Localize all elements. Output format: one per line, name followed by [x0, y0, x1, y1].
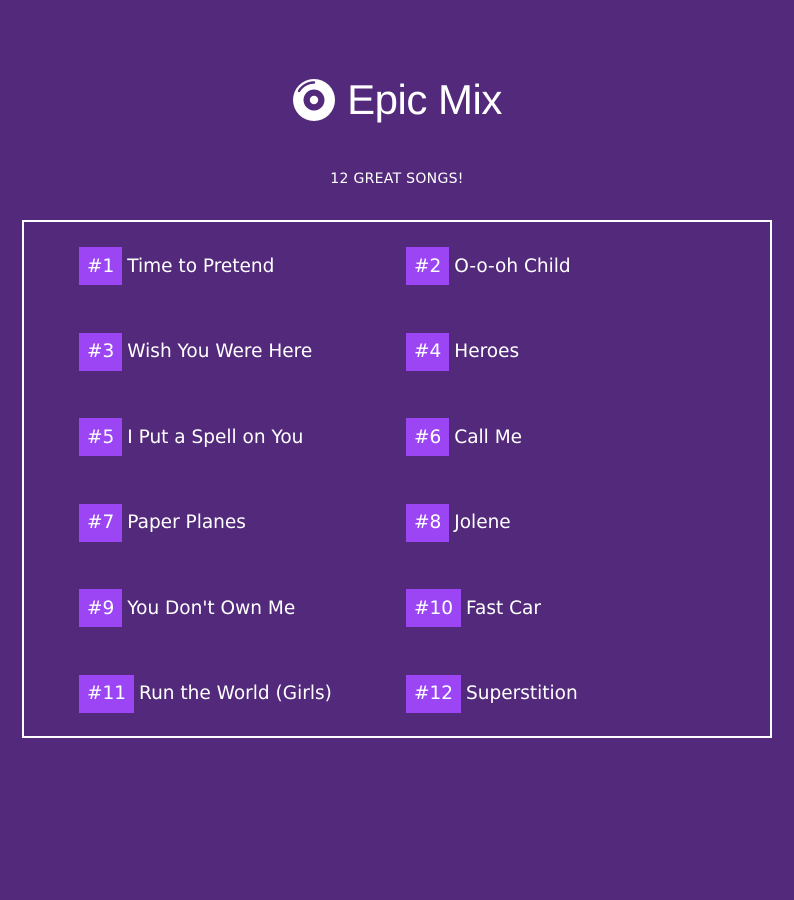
song-title: Time to Pretend: [127, 255, 275, 277]
song-title: Wish You Were Here: [127, 341, 313, 362]
song-title: Run the World (Girls): [139, 683, 332, 704]
song-item[interactable]: #5 I Put a Spell on You: [79, 418, 406, 504]
song-list: #1 Time to Pretend #2 O-o-oh Child #3 Wi…: [79, 247, 759, 760]
song-item[interactable]: #8 Jolene: [406, 503, 733, 590]
rank-badge: #10: [406, 589, 462, 627]
song-title: You Don't Own Me: [127, 597, 296, 619]
song-item[interactable]: #9 You Don't Own Me: [79, 589, 406, 675]
song-title: Call Me: [454, 426, 523, 448]
song-item[interactable]: #6 Call Me: [406, 418, 733, 504]
song-title: I Put a Spell on You: [127, 426, 304, 448]
rank-badge: #5: [79, 418, 123, 456]
rank-badge: #3: [79, 332, 123, 371]
song-item[interactable]: #12 Superstition: [406, 674, 733, 761]
header: Epic Mix: [0, 74, 794, 126]
rank-badge: #4: [406, 332, 450, 371]
song-title: Paper Planes: [127, 512, 246, 533]
song-item[interactable]: #11 Run the World (Girls): [79, 674, 406, 761]
rank-badge: #1: [79, 247, 123, 285]
vinyl-record-icon: [293, 79, 336, 121]
rank-badge: #7: [79, 503, 123, 542]
song-title: Fast Car: [466, 597, 541, 619]
song-item[interactable]: #7 Paper Planes: [79, 503, 406, 590]
song-item[interactable]: #3 Wish You Were Here: [79, 332, 406, 419]
song-title: Superstition: [466, 683, 578, 704]
rank-badge: #6: [406, 418, 450, 456]
song-list-panel: #1 Time to Pretend #2 O-o-oh Child #3 Wi…: [22, 220, 772, 738]
playlist-subtitle: 12 GREAT SONGS!: [330, 171, 464, 187]
song-title: Jolene: [454, 512, 511, 533]
song-item[interactable]: #4 Heroes: [406, 332, 733, 419]
song-item[interactable]: #2 O-o-oh Child: [406, 247, 733, 333]
rank-badge: #12: [406, 674, 462, 713]
brand-title: Epic Mix: [347, 76, 502, 123]
song-item[interactable]: #1 Time to Pretend: [79, 247, 406, 333]
song-item[interactable]: #10 Fast Car: [406, 589, 733, 675]
song-title: Heroes: [454, 341, 520, 362]
rank-badge: #8: [406, 503, 450, 542]
rank-badge: #9: [79, 589, 123, 627]
rank-badge: #2: [406, 247, 450, 285]
song-title: O-o-oh Child: [454, 255, 571, 277]
rank-badge: #11: [79, 674, 135, 713]
